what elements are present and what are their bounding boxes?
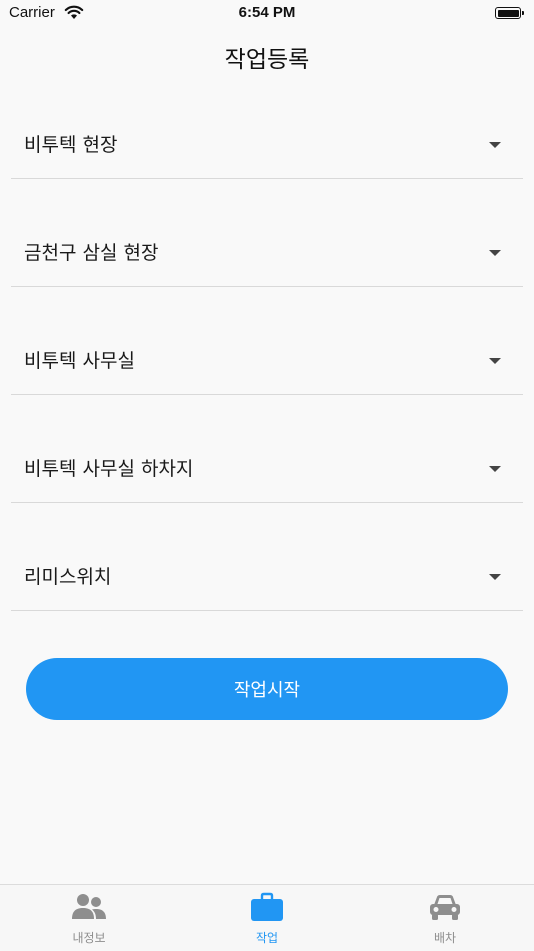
clock: 6:54 PM — [238, 4, 296, 21]
tab-dispatch[interactable]: 배차 — [385, 885, 505, 951]
status-bar: Carrier 6:54 PM — [0, 0, 534, 28]
tab-bar: 내정보 작업 배차 — [0, 884, 534, 951]
dropdown-label: 비투텍 사무실 — [24, 350, 135, 372]
dropdown-site-3[interactable]: 비투텍 사무실 — [11, 346, 523, 395]
dropdown-label: 비투텍 현장 — [24, 134, 118, 156]
people-icon — [72, 894, 106, 919]
page-title: 작업등록 — [224, 47, 310, 73]
dropdown-site-2[interactable]: 금천구 삼실 현장 — [11, 238, 523, 287]
dropdown-label: 금천구 삼실 현장 — [24, 242, 159, 264]
dropdown-site-4[interactable]: 비투텍 사무실 하차지 — [11, 454, 523, 503]
tab-label: 내정보 — [72, 931, 106, 945]
car-icon — [430, 895, 460, 920]
briefcase-icon — [251, 892, 283, 921]
dropdown-arrow-icon — [489, 358, 501, 364]
battery-icon — [495, 7, 524, 19]
tab-label: 작업 — [255, 931, 279, 945]
tab-work[interactable]: 작업 — [207, 885, 327, 951]
dropdown-label: 리미스위치 — [24, 566, 112, 588]
dropdown-label: 비투텍 사무실 하차지 — [24, 458, 194, 480]
dropdown-arrow-icon — [489, 466, 501, 472]
dropdown-site-1[interactable]: 비투텍 현장 — [11, 130, 523, 179]
tab-label: 배차 — [433, 931, 457, 945]
dropdown-equipment[interactable]: 리미스위치 — [11, 562, 523, 611]
dropdown-arrow-icon — [489, 250, 501, 256]
start-work-button[interactable]: 작업시작 — [26, 658, 508, 720]
tab-my-info[interactable]: 내정보 — [29, 885, 149, 951]
dropdown-arrow-icon — [489, 142, 501, 148]
dropdown-arrow-icon — [489, 574, 501, 580]
